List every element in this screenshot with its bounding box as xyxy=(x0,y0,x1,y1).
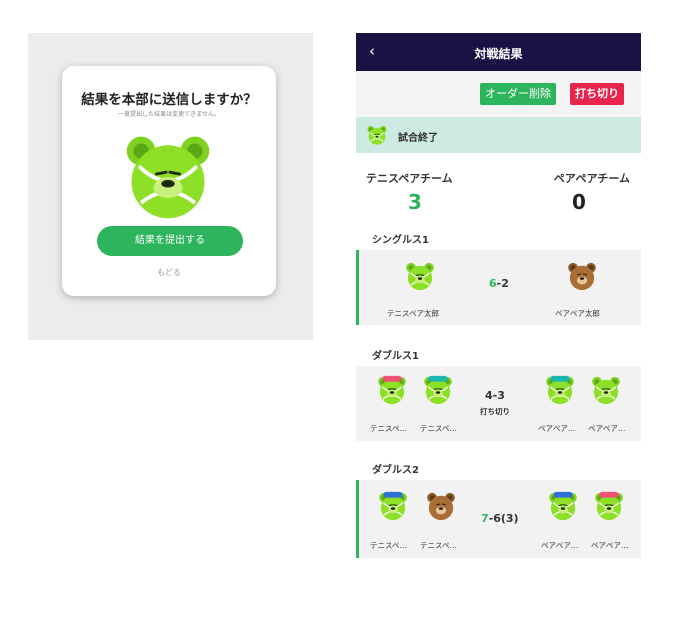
player-name: テニスペア太郎 xyxy=(387,309,439,318)
match-row-doubles2[interactable]: テニスペ… テニスペ… 7-6(3) ペアペア… ペアペア… xyxy=(356,480,641,558)
right-team-score: 0 xyxy=(572,190,586,214)
back-link[interactable]: もどる xyxy=(62,267,276,278)
player-name: ペアペア… xyxy=(588,424,626,433)
player-name: ペアペア… xyxy=(591,541,629,550)
match-status-text: 試合終了 xyxy=(398,133,438,144)
action-toolbar: オーダー削除 打ち切り xyxy=(356,71,641,117)
match-label-doubles1: ダブルス1 xyxy=(372,351,419,362)
bear-avatar-icon xyxy=(425,490,457,522)
bear-avatar-icon xyxy=(377,491,409,522)
match-row-singles1[interactable]: テニスペア太郎 6-2 ペアペア太郎 xyxy=(356,250,641,325)
bear-avatar-icon xyxy=(422,375,454,406)
player-name: ペアペア太郎 xyxy=(555,309,600,318)
match-result-screen: ‹ 対戦結果 オーダー削除 打ち切り 試合終了 テニスペアチーム ペアペアチーム… xyxy=(356,33,641,575)
left-team-score: 3 xyxy=(408,190,422,214)
bear-avatar-icon xyxy=(593,491,625,522)
player-name: テニスペ… xyxy=(420,541,457,550)
delete-order-button[interactable]: オーダー削除 xyxy=(480,83,556,105)
submit-result-button[interactable]: 結果を提出する xyxy=(97,226,243,256)
player-name: ペアペア… xyxy=(538,424,576,433)
bear-avatar-icon xyxy=(590,374,622,406)
bear-avatar-icon xyxy=(547,491,579,522)
dialog-title: 結果を本部に送信しますか？ xyxy=(81,92,257,108)
match-status-bar: 試合終了 xyxy=(356,117,641,153)
right-team-name: ペアペアチーム xyxy=(553,172,630,185)
match-label-singles1: シングルス1 xyxy=(372,235,429,246)
submit-confirm-dialog: 結果を本部に送信しますか？ 一度提出した結果は変更できません。 結果を提出する … xyxy=(62,66,276,296)
app-header: ‹ 対戦結果 xyxy=(356,33,641,71)
bear-avatar-icon xyxy=(376,375,408,406)
stop-match-button[interactable]: 打ち切り xyxy=(570,83,624,105)
match-score: 6-2 xyxy=(489,277,509,290)
bear-status-icon xyxy=(366,124,388,146)
match-note: 打ち切り xyxy=(480,407,510,416)
player-name: テニスペ… xyxy=(420,424,457,433)
bear-avatar-icon xyxy=(544,375,576,406)
match-row-doubles1[interactable]: テニスペ… テニスペ… 4-3 打ち切り ペアペア… ペアペア… xyxy=(356,366,641,441)
bear-avatar-icon xyxy=(566,260,598,292)
dialog-subtitle: 一度提出した結果は変更できません。 xyxy=(118,111,220,118)
player-name: テニスペ… xyxy=(370,424,407,433)
match-score: 4-3 xyxy=(485,389,505,402)
page-title: 対戦結果 xyxy=(474,47,523,61)
left-team-name: テニスペアチーム xyxy=(366,172,453,185)
player-name: ペアペア… xyxy=(541,541,579,550)
match-score: 7-6(3) xyxy=(481,512,519,525)
bear-mascot-icon xyxy=(120,128,216,224)
match-label-doubles2: ダブルス2 xyxy=(372,465,419,476)
player-name: テニスペ… xyxy=(370,541,407,550)
bear-avatar-icon xyxy=(404,260,436,292)
